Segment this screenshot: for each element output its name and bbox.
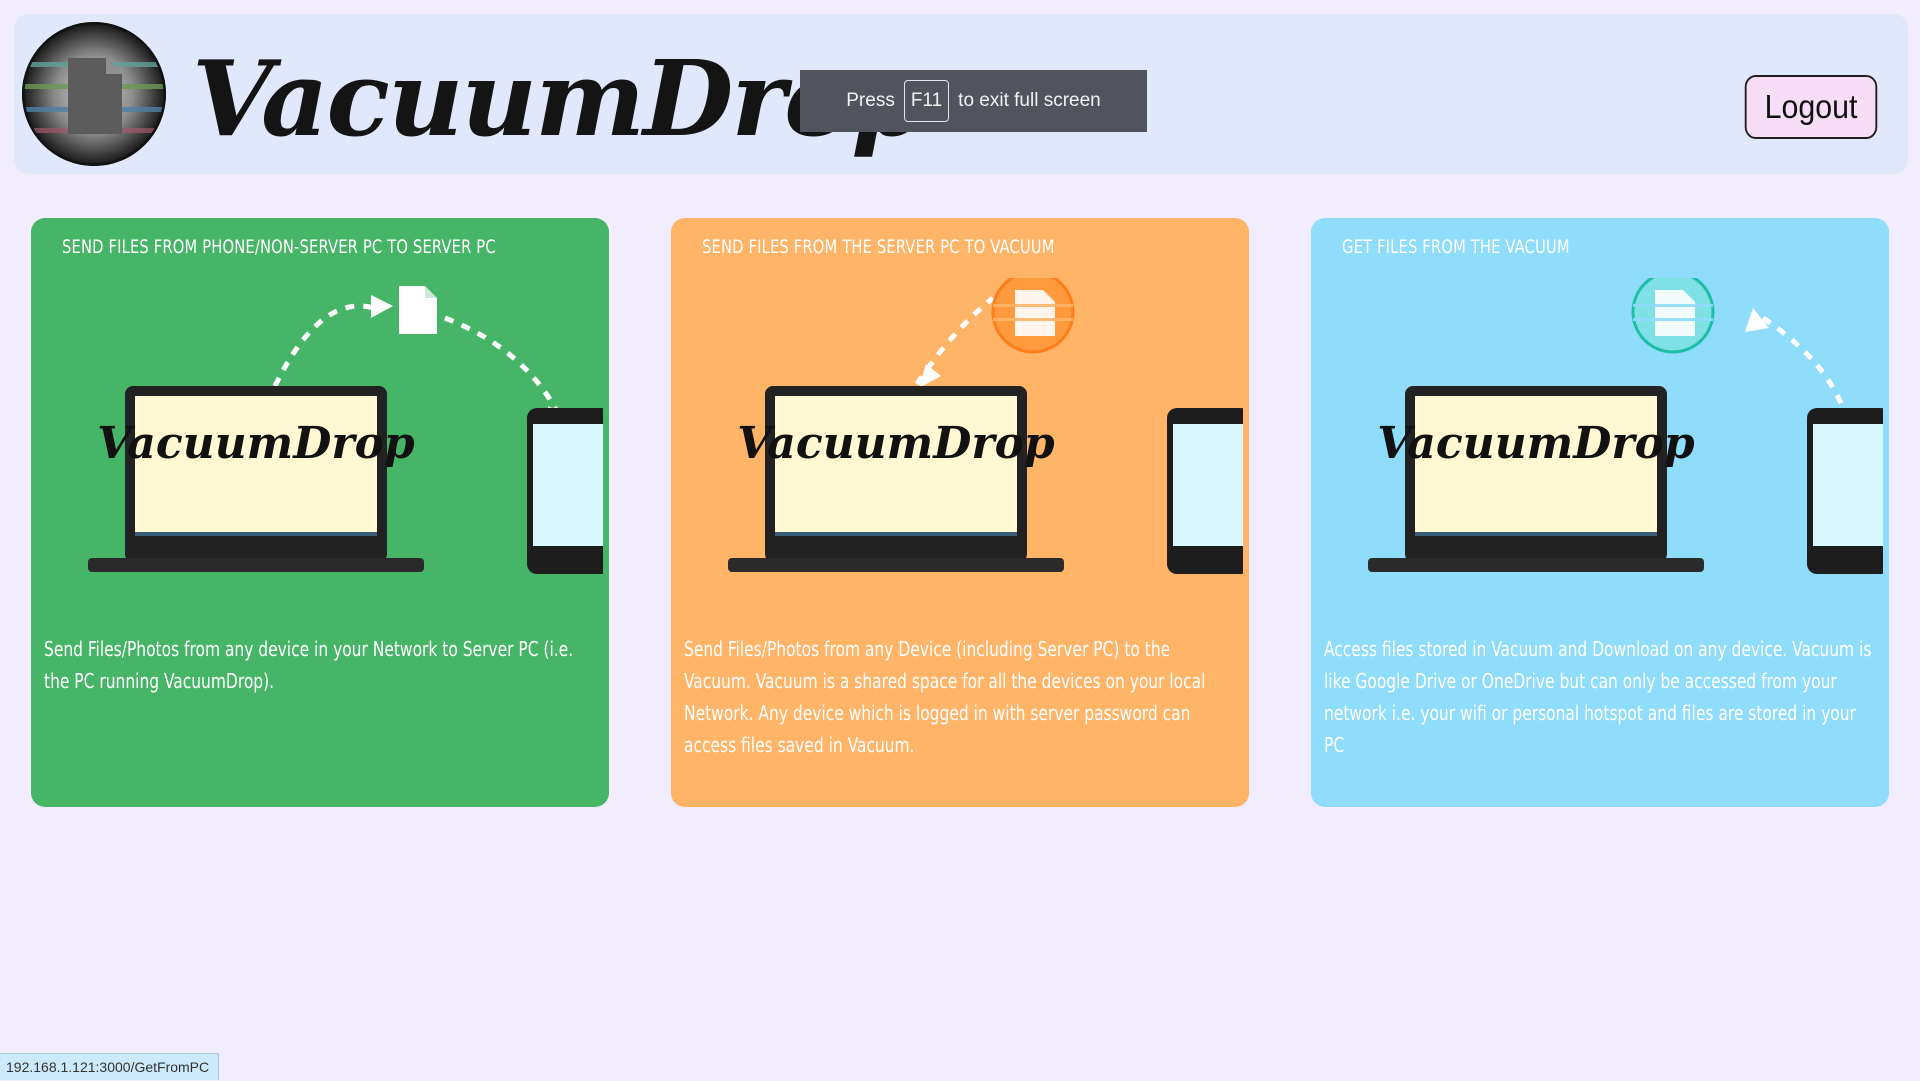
logout-button[interactable]: Logout — [1744, 75, 1878, 139]
vacuum-file-logo-icon[interactable] — [22, 22, 166, 166]
link-status-bar: 192.168.1.121:3000/GetFromPC — [0, 1053, 220, 1080]
card-title: SEND FILES FROM THE SERVER PC TO VACUUM — [702, 236, 1055, 258]
fullscreen-hint-key: F11 — [903, 80, 950, 122]
vacuum-file-icon — [1631, 278, 1715, 354]
laptop-screen-brand: VacuumDrop — [737, 418, 1055, 469]
card-description: Access files stored in Vacuum and Downlo… — [1324, 637, 1872, 757]
card-get-from-vacuum[interactable]: GET FILES FROM THE VACUUM VacuumDrop Acc… — [1311, 218, 1889, 807]
card-send-to-server-pc[interactable]: SEND FILES FROM PHONE/NON-SERVER PC TO S… — [31, 218, 609, 807]
phone-icon — [1807, 408, 1883, 574]
fullscreen-exit-hint: Press F11 to exit full screen — [800, 70, 1147, 132]
arrow-icon — [919, 364, 941, 388]
get-from-vacuum-illustration: VacuumDrop — [1368, 278, 1883, 574]
arrow-icon — [371, 295, 393, 318]
fullscreen-hint-press: Press — [846, 90, 895, 111]
phone-icon — [1167, 408, 1243, 574]
file-icon — [399, 286, 437, 334]
fullscreen-hint-suffix: to exit full screen — [958, 90, 1101, 111]
card-description: Send Files/Photos from any device in you… — [44, 637, 574, 693]
send-to-vacuum-illustration: VacuumDrop — [728, 278, 1243, 574]
laptop-icon: VacuumDrop — [88, 386, 424, 572]
vacuum-file-icon — [991, 278, 1075, 354]
card-description: Send Files/Photos from any Device (inclu… — [684, 637, 1206, 757]
send-to-server-illustration: VacuumDrop — [88, 286, 603, 574]
card-title: SEND FILES FROM PHONE/NON-SERVER PC TO S… — [62, 236, 496, 258]
phone-icon — [527, 408, 603, 574]
laptop-screen-brand: VacuumDrop — [97, 418, 415, 469]
laptop-icon: VacuumDrop — [1368, 386, 1704, 572]
card-title: GET FILES FROM THE VACUUM — [1342, 236, 1570, 258]
app-header: VacuumDrop Press F11 to exit full screen… — [14, 14, 1908, 174]
laptop-screen-brand: VacuumDrop — [1377, 418, 1695, 469]
card-send-to-vacuum[interactable]: SEND FILES FROM THE SERVER PC TO VACUUM … — [671, 218, 1249, 807]
laptop-icon: VacuumDrop — [728, 386, 1064, 572]
